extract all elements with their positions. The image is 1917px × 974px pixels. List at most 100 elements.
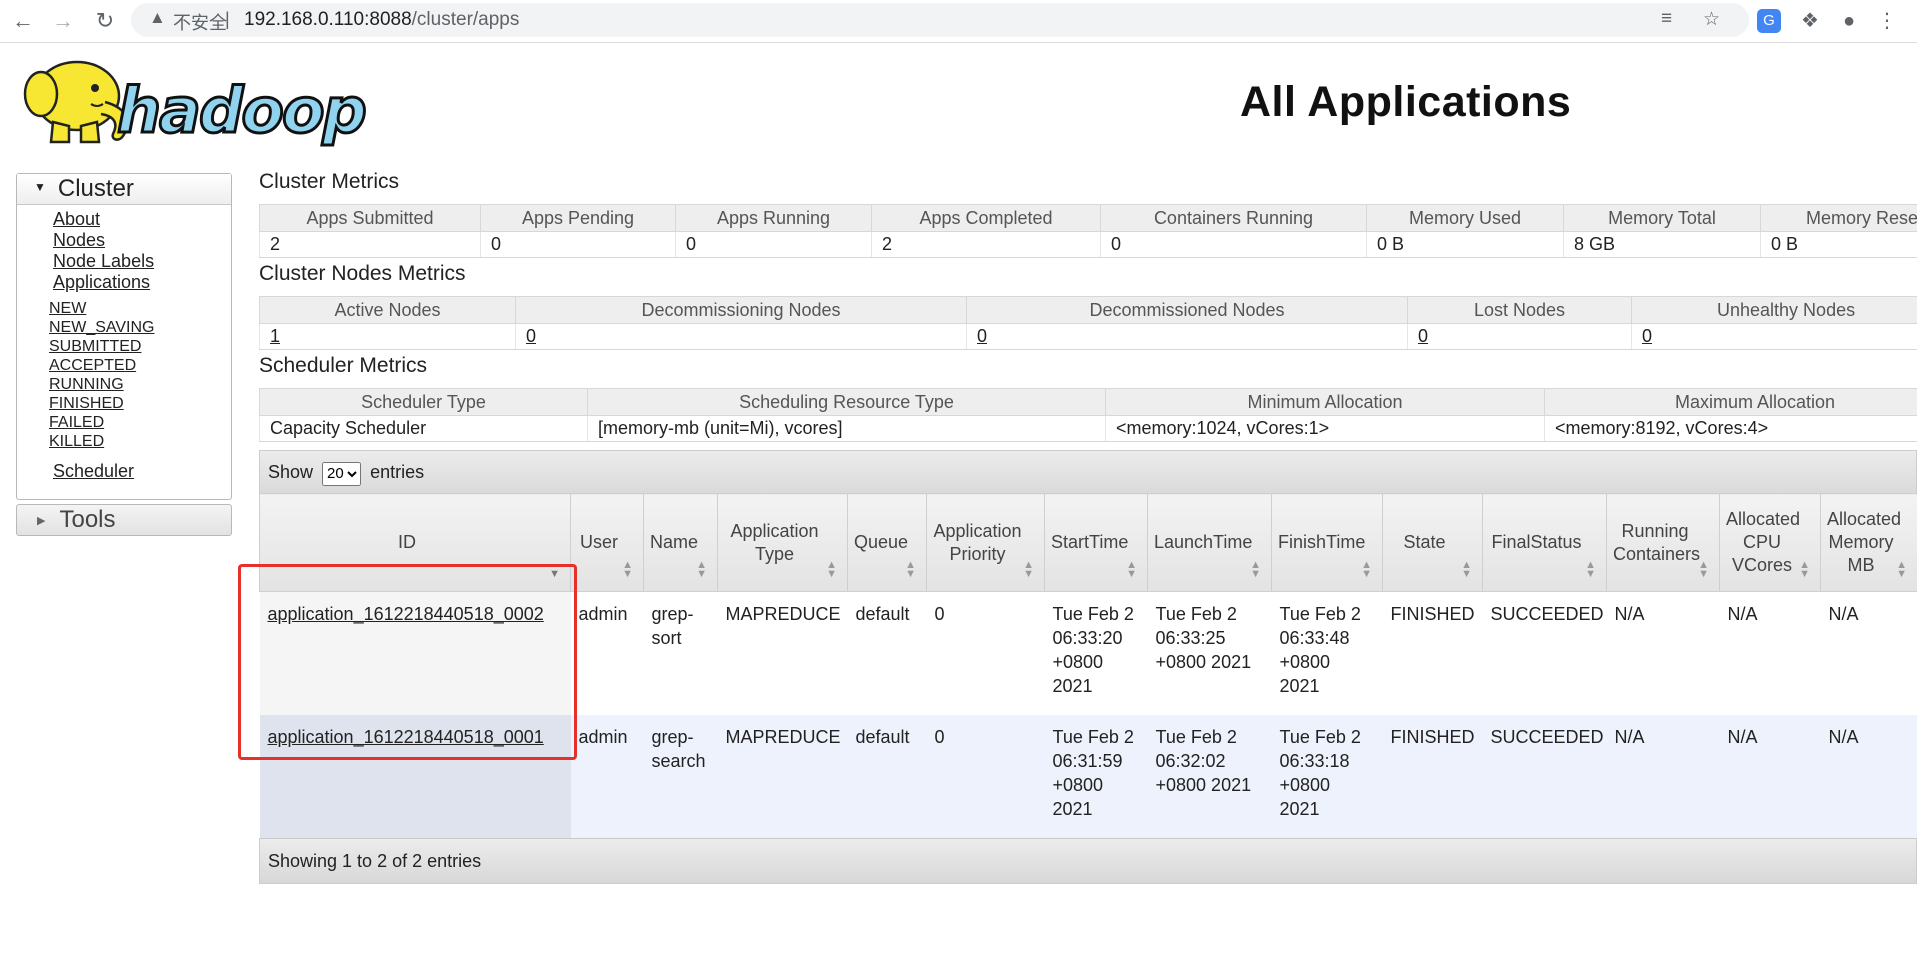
nav-link-nodes[interactable]: Nodes (53, 230, 231, 251)
sort-desc-icon: ▼ (549, 568, 560, 580)
metric-value: 0 B (1760, 231, 1917, 258)
cell-allocated-memory: N/A (1820, 591, 1917, 715)
column-header-application-type[interactable]: Application Type ▲ ▼ (717, 493, 848, 592)
nav-state-new-saving[interactable]: NEW_SAVING (49, 318, 231, 337)
column-header-label: Application Type (730, 520, 819, 564)
column-header-launch-time[interactable]: LaunchTime ▲ ▼ (1147, 493, 1272, 592)
tools-nav-header[interactable]: ▶ Tools (16, 504, 232, 536)
nav-state-submitted[interactable]: SUBMITTED (49, 337, 231, 356)
column-header-label: Allocated CPU VCores (1726, 509, 1801, 575)
metric-value: 0 B (1366, 231, 1564, 258)
nav-link-applications[interactable]: Applications (53, 272, 231, 293)
application-id-link[interactable]: application_1612218440518_0001 (268, 727, 544, 747)
column-header-id[interactable]: ID ▼ (259, 493, 571, 592)
scheduler-metric-header: Minimum Allocation (1105, 388, 1545, 416)
expand-triangle-down-icon: ▼ (34, 179, 46, 194)
url-text[interactable]: 192.168.0.110:8088/cluster/apps (244, 9, 519, 31)
table-row: application_1612218440518_0002 admin gre… (259, 591, 1917, 715)
cell-running-containers: N/A (1606, 715, 1720, 838)
cluster-metrics-table: Apps Submitted Apps Pending Apps Running… (259, 204, 1917, 258)
column-header-label: Running Containers (1613, 520, 1701, 564)
translate-page-icon[interactable]: ≡ (1661, 8, 1672, 30)
unhealthy-nodes-link[interactable]: 0 (1642, 326, 1652, 346)
url-path: /cluster/apps (411, 9, 520, 30)
cell-name: grep-sort (643, 591, 718, 715)
sort-both-icon: ▲ ▼ (1461, 559, 1472, 580)
sort-both-icon: ▲ ▼ (1799, 559, 1810, 580)
metric-header: Memory Total (1563, 204, 1761, 232)
profile-avatar-icon[interactable]: ● (1836, 8, 1862, 34)
sort-both-icon: ▲ ▼ (1126, 559, 1137, 580)
column-header-running-containers[interactable]: Running Containers ▲ ▼ (1606, 493, 1720, 592)
metric-value: 0 (1100, 231, 1367, 258)
cell-allocated-cpu: N/A (1719, 715, 1821, 838)
active-nodes-link[interactable]: 1 (270, 326, 280, 346)
lost-nodes-link[interactable]: 0 (1418, 326, 1428, 346)
bookmark-star-icon[interactable]: ☆ (1703, 8, 1720, 31)
nav-state-running[interactable]: RUNNING (49, 375, 231, 394)
application-id-link[interactable]: application_1612218440518_0002 (268, 604, 544, 624)
nav-state-killed[interactable]: KILLED (49, 432, 231, 451)
nav-state-failed[interactable]: FAILED (49, 413, 231, 432)
scheduler-metric-value: [memory-mb (unit=Mi), vcores] (587, 415, 1106, 442)
sort-both-icon: ▲ ▼ (1250, 559, 1261, 580)
sort-both-icon: ▲ ▼ (826, 559, 837, 580)
extensions-puzzle-icon[interactable]: ❖ (1797, 8, 1823, 34)
column-header-label: Queue (854, 532, 909, 552)
scheduler-metric-value: <memory:8192, vCores:4> (1544, 415, 1917, 442)
scheduler-metric-value: Capacity Scheduler (259, 415, 588, 442)
column-header-label: LaunchTime (1154, 532, 1253, 552)
column-header-queue[interactable]: Queue ▲ ▼ (847, 493, 927, 592)
node-metric-header: Lost Nodes (1407, 296, 1632, 324)
nav-link-scheduler[interactable]: Scheduler (53, 461, 134, 481)
cell-user: admin (570, 591, 644, 715)
column-header-allocated-memory[interactable]: Allocated Memory MB ▲ ▼ (1820, 493, 1917, 592)
column-header-finish-time[interactable]: FinishTime ▲ ▼ (1271, 493, 1383, 592)
address-bar[interactable]: ▲ 不安全 | 192.168.0.110:8088/cluster/apps … (131, 3, 1749, 37)
back-arrow-icon[interactable]: ← (10, 8, 36, 34)
forward-arrow-icon[interactable]: → (50, 8, 76, 34)
column-header-label: Application Priority (933, 520, 1022, 564)
entries-label: entries (370, 462, 425, 482)
sort-both-icon: ▲ ▼ (622, 559, 633, 580)
cell-final-status: SUCCEEDED (1482, 591, 1607, 715)
sort-both-icon: ▲ ▼ (1698, 559, 1709, 580)
page-size-select[interactable]: 20 (322, 461, 362, 486)
cell-state: FINISHED (1382, 591, 1483, 715)
sort-both-icon: ▲ ▼ (1585, 559, 1596, 580)
sort-both-icon: ▲ ▼ (905, 559, 916, 580)
column-header-start-time[interactable]: StartTime ▲ ▼ (1044, 493, 1148, 592)
nav-state-accepted[interactable]: ACCEPTED (49, 356, 231, 375)
column-header-name[interactable]: Name ▲ ▼ (643, 493, 718, 592)
column-header-label: StartTime (1051, 532, 1129, 552)
address-separator: | (225, 9, 230, 29)
nav-state-new[interactable]: NEW (49, 299, 231, 318)
column-header-application-priority[interactable]: Application Priority ▲ ▼ (926, 493, 1045, 592)
column-header-state[interactable]: State ▲ ▼ (1382, 493, 1483, 592)
cell-queue: default (847, 715, 927, 838)
cell-allocated-memory: N/A (1820, 715, 1917, 838)
column-header-label: User (579, 532, 618, 552)
cell-finish-time: Tue Feb 2 06:33:18 +0800 2021 (1271, 715, 1383, 838)
sort-both-icon: ▲ ▼ (1361, 559, 1372, 580)
cell-application-type: MAPREDUCE (717, 715, 848, 838)
google-translate-extension-icon[interactable]: G (1757, 9, 1781, 33)
column-header-label: FinalStatus (1491, 532, 1582, 552)
decommissioned-nodes-link[interactable]: 0 (977, 326, 987, 346)
reload-icon[interactable]: ↻ (92, 8, 118, 34)
column-header-user[interactable]: User ▲ ▼ (570, 493, 644, 592)
decommissioning-nodes-link[interactable]: 0 (526, 326, 536, 346)
scheduler-metrics-title: Scheduler Metrics (259, 354, 428, 377)
cluster-nav-header[interactable]: ▼ Cluster (17, 174, 231, 205)
column-header-allocated-cpu[interactable]: Allocated CPU VCores ▲ ▼ (1719, 493, 1821, 592)
browser-menu-icon[interactable]: ⋮ (1874, 8, 1900, 34)
logo-wordmark: hadoop (117, 74, 365, 147)
column-header-label: Name (650, 532, 699, 552)
metric-header: Apps Running (675, 204, 872, 232)
nav-link-about[interactable]: About (53, 209, 231, 230)
table-length-control: Show 20 entries (259, 450, 1917, 493)
cell-final-status: SUCCEEDED (1482, 715, 1607, 838)
nav-link-node-labels[interactable]: Node Labels (53, 251, 231, 272)
column-header-final-status[interactable]: FinalStatus ▲ ▼ (1482, 493, 1607, 592)
nav-state-finished[interactable]: FINISHED (49, 394, 231, 413)
